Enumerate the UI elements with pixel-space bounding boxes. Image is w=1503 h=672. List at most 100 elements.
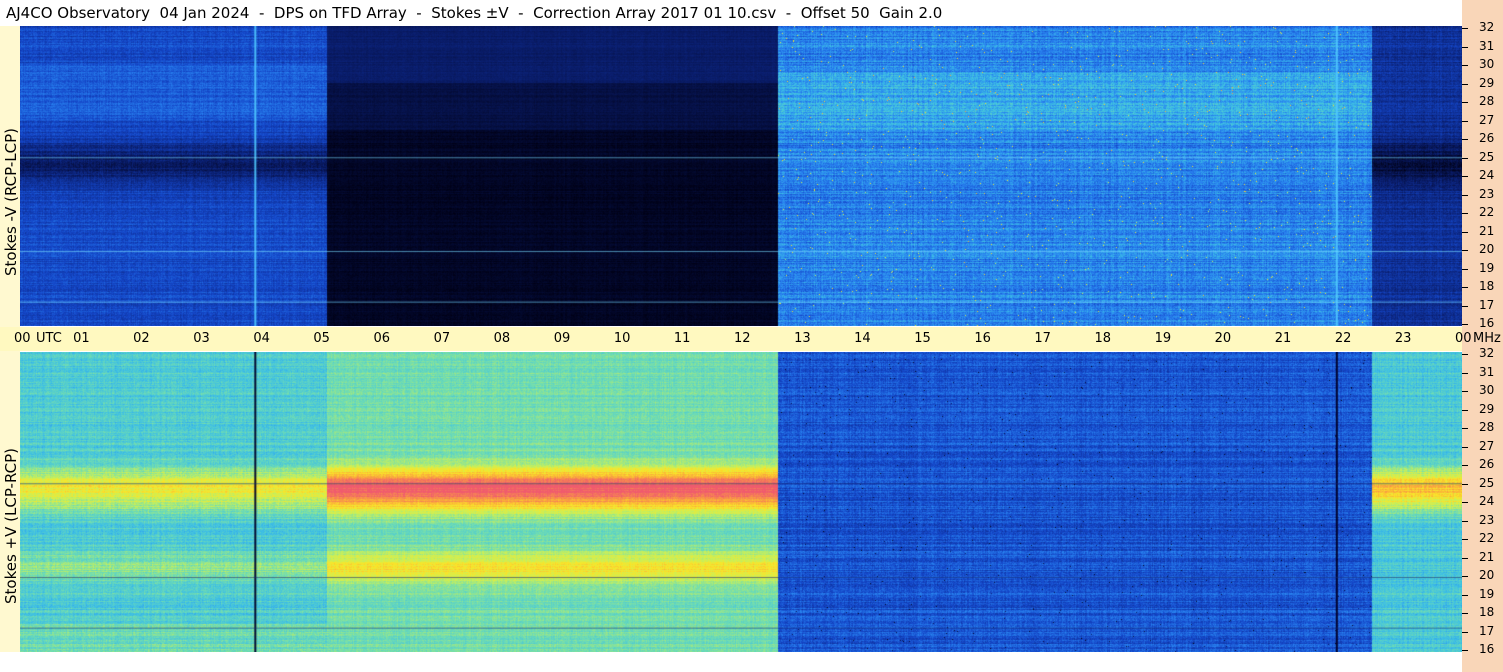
frequency-tick-mark — [1462, 372, 1468, 374]
frequency-tick-mark — [1462, 268, 1468, 270]
frequency-tick-label: 30 — [1479, 383, 1495, 397]
frequency-tick-mark — [1462, 631, 1468, 633]
utc-tick-label: 00 — [1455, 331, 1472, 346]
frequency-tick-mark — [1462, 502, 1468, 503]
utc-tick-label: 15 — [914, 331, 931, 346]
frequency-tick-mark — [1462, 446, 1468, 448]
utc-time-axis — [0, 327, 1462, 351]
utc-tick-label: 11 — [673, 331, 691, 346]
frequency-tick-label: 21 — [1479, 549, 1495, 564]
frequency-tick-mark — [1462, 650, 1468, 651]
frequency-tick-mark — [1462, 428, 1468, 429]
frequency-tick-mark — [1462, 324, 1468, 325]
frequency-tick-label: 17 — [1479, 297, 1495, 312]
frequency-tick-label: 23 — [1479, 186, 1495, 201]
utc-tick-label: 05 — [313, 331, 330, 346]
utc-tick-label: 06 — [373, 331, 391, 346]
utc-tick-label: 07 — [433, 331, 451, 346]
bottom-margin — [0, 652, 1462, 672]
frequency-tick-mark — [1462, 157, 1468, 159]
frequency-tick-label: 28 — [1479, 420, 1495, 434]
frequency-tick-mark — [1462, 65, 1468, 66]
frequency-tick-label: 19 — [1479, 586, 1495, 601]
frequency-tick-label: 27 — [1479, 438, 1495, 453]
frequency-tick-mark — [1462, 520, 1468, 522]
frequency-tick-label: 17 — [1479, 623, 1495, 638]
utc-tick-label: 03 — [193, 331, 210, 346]
utc-tick-label: 14 — [854, 331, 871, 346]
y-axis-label-bottom: Stokes +V (LCP-RCP) — [2, 448, 20, 604]
frequency-tick-mark — [1462, 539, 1468, 540]
frequency-tick-label: 28 — [1479, 94, 1495, 108]
frequency-tick-label: 32 — [1479, 20, 1495, 34]
y-axis-label-top: Stokes -V (RCP-LCP) — [2, 128, 20, 276]
utc-tick-label: 09 — [553, 331, 571, 346]
frequency-tick-label: 32 — [1479, 346, 1495, 360]
frequency-tick-label: 30 — [1479, 57, 1495, 71]
frequency-tick-mark — [1462, 176, 1468, 177]
frequency-tick-label: 18 — [1479, 605, 1495, 619]
frequency-tick-label: 18 — [1479, 279, 1495, 293]
utc-tick-label: 08 — [493, 331, 511, 346]
spectrogram-stokes-minus-v — [20, 26, 1462, 326]
frequency-tick-mark — [1462, 120, 1468, 122]
frequency-tick-mark — [1462, 594, 1468, 596]
utc-tick-label: 04 — [253, 331, 270, 346]
frequency-tick-label: 29 — [1479, 75, 1495, 90]
frequency-tick-label: 26 — [1479, 131, 1495, 145]
utc-tick-label: 18 — [1094, 331, 1112, 346]
frequency-tick-label: 22 — [1479, 531, 1495, 545]
utc-tick-label: 19 — [1154, 331, 1172, 346]
frequency-tick-label: 22 — [1479, 205, 1495, 219]
utc-tick-label: 12 — [734, 331, 751, 346]
frequency-tick-mark — [1462, 213, 1468, 214]
frequency-tick-mark — [1462, 613, 1468, 614]
frequency-tick-label: 20 — [1479, 568, 1495, 582]
frequency-tick-mark — [1462, 576, 1468, 577]
chart-title: AJ4CO Observatory 04 Jan 2024 - DPS on T… — [6, 4, 943, 22]
frequency-tick-label: 24 — [1479, 168, 1495, 182]
frequency-tick-mark — [1462, 465, 1468, 466]
mhz-axis-label: MHz — [1473, 331, 1501, 346]
utc-tick-label: 01 — [73, 331, 90, 346]
frequency-tick-label: 16 — [1479, 642, 1495, 656]
frequency-tick-mark — [1462, 83, 1468, 85]
utc-tick-label: 13 — [794, 331, 811, 346]
utc-tick-label: 21 — [1274, 331, 1292, 346]
frequency-tick-mark — [1462, 250, 1468, 251]
frequency-tick-mark — [1462, 28, 1468, 29]
utc-axis-label: UTC — [36, 331, 62, 346]
frequency-tick-mark — [1462, 557, 1468, 559]
utc-tick-label: 10 — [613, 331, 631, 346]
frequency-tick-label: 29 — [1479, 401, 1495, 416]
utc-tick-label: 17 — [1034, 331, 1051, 346]
frequency-tick-mark — [1462, 102, 1468, 103]
utc-tick-label: 22 — [1334, 331, 1352, 346]
frequency-tick-label: 19 — [1479, 260, 1495, 275]
frequency-tick-mark — [1462, 354, 1468, 355]
utc-tick-label: 23 — [1394, 331, 1412, 346]
frequency-tick-label: 16 — [1479, 316, 1495, 330]
utc-tick-label: 16 — [974, 331, 991, 346]
frequency-tick-label: 24 — [1479, 494, 1495, 508]
frequency-tick-label: 21 — [1479, 223, 1495, 238]
frequency-tick-label: 27 — [1479, 112, 1495, 127]
frequency-tick-label: 25 — [1479, 149, 1495, 164]
utc-tick-label: 02 — [133, 331, 150, 346]
frequency-tick-label: 25 — [1479, 475, 1495, 490]
frequency-tick-label: 31 — [1479, 38, 1495, 53]
frequency-tick-mark — [1462, 483, 1468, 485]
utc-tick-label: 20 — [1214, 331, 1232, 346]
frequency-tick-mark — [1462, 409, 1468, 411]
frequency-tick-mark — [1462, 231, 1468, 233]
frequency-tick-mark — [1462, 194, 1468, 196]
frequency-tick-label: 26 — [1479, 457, 1495, 471]
frequency-tick-label: 23 — [1479, 512, 1495, 527]
frequency-tick-mark — [1462, 305, 1468, 307]
spectrogram-stokes-plus-v — [20, 352, 1462, 652]
frequency-tick-label: 31 — [1479, 364, 1495, 379]
frequency-tick-mark — [1462, 287, 1468, 288]
frequency-tick-mark — [1462, 391, 1468, 392]
frequency-tick-mark — [1462, 46, 1468, 48]
utc-tick-label: 00 — [14, 331, 31, 346]
